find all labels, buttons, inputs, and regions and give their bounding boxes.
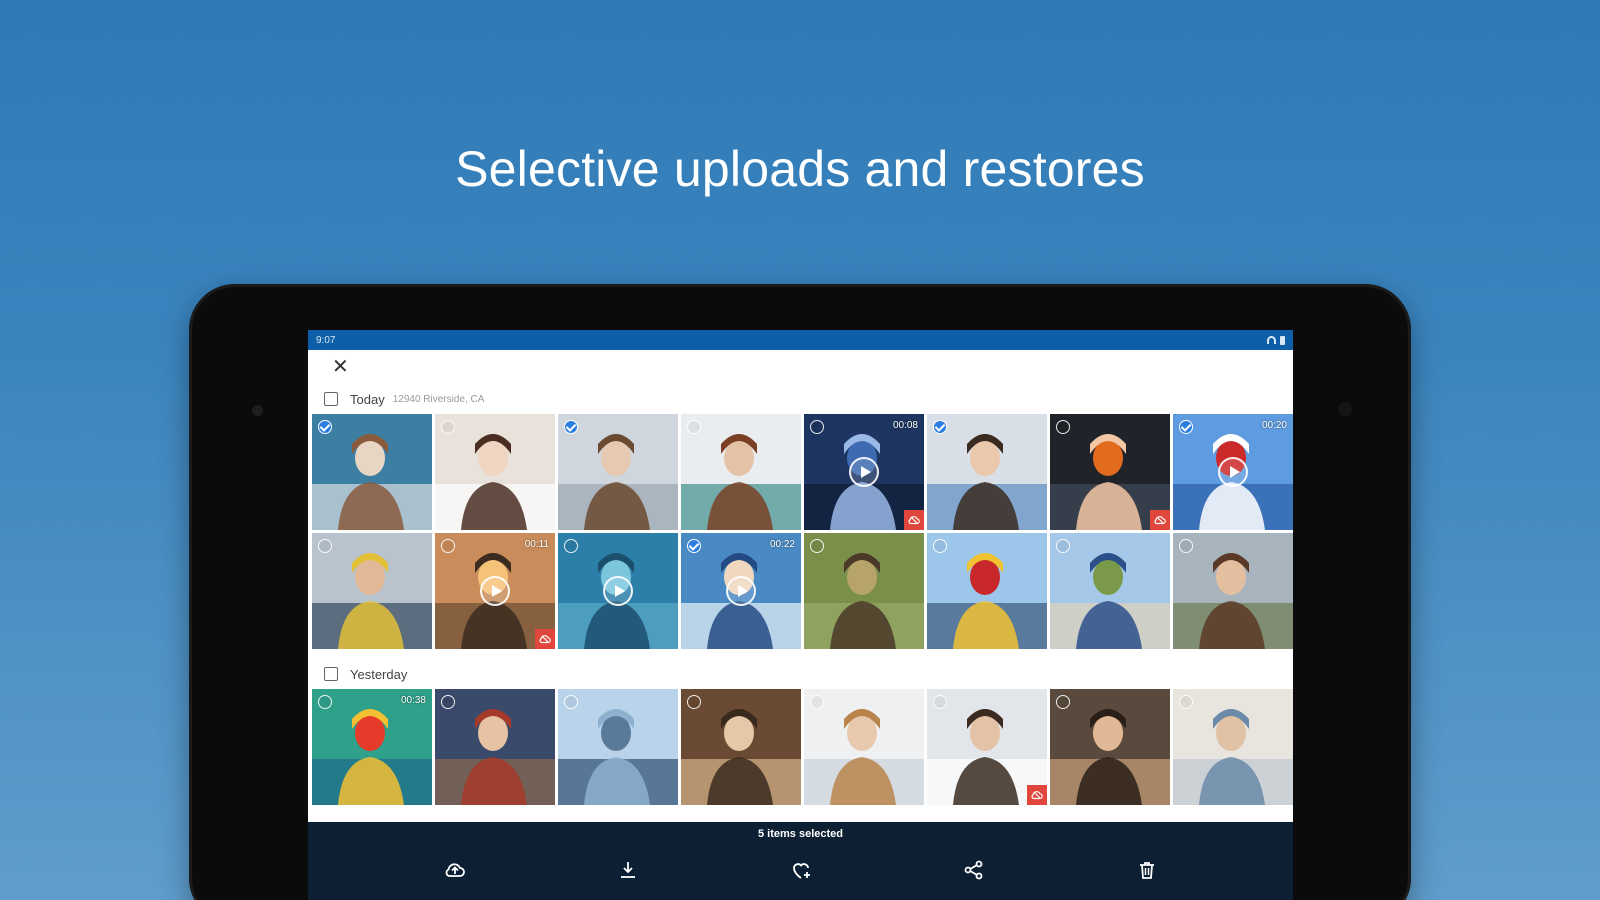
share-button[interactable]	[960, 856, 988, 884]
cloud-upload-icon	[445, 863, 465, 877]
select-circle-icon[interactable]	[810, 695, 824, 709]
cloud-badge	[535, 629, 555, 649]
select-circle-icon[interactable]	[441, 695, 455, 709]
not-backed-up-icon	[908, 516, 920, 525]
photo-thumbnail[interactable]	[681, 689, 801, 805]
photo-thumbnail[interactable]	[804, 689, 924, 805]
photo-thumbnail[interactable]	[927, 533, 1047, 649]
selection-count: 5 items selected	[758, 828, 843, 840]
section-header: Yesterday	[308, 659, 1293, 689]
action-bar: 5 items selected	[308, 822, 1293, 900]
delete-button[interactable]	[1133, 856, 1161, 884]
photo-thumbnail[interactable]	[927, 689, 1047, 805]
photo-grid: 00:08 00:20 00:11 00:22	[308, 414, 1293, 649]
section-title: Yesterday	[350, 666, 408, 682]
photo-thumbnail[interactable]	[435, 414, 555, 530]
select-circle-icon[interactable]	[933, 695, 947, 709]
select-all-checkbox[interactable]	[324, 667, 338, 681]
photo-grid: 00:38	[308, 689, 1293, 805]
select-circle-icon[interactable]	[1179, 695, 1193, 709]
status-time: 9:07	[316, 334, 336, 346]
cloud-badge	[1027, 785, 1047, 805]
photo-thumbnail[interactable]	[1050, 689, 1170, 805]
photo-thumbnail[interactable]	[435, 689, 555, 805]
wifi-icon	[1267, 336, 1276, 344]
not-backed-up-icon	[1031, 791, 1043, 800]
select-circle-icon[interactable]	[564, 539, 578, 553]
play-icon[interactable]	[726, 576, 756, 606]
status-bar: 9:07	[308, 330, 1293, 350]
photo-thumbnail[interactable]	[558, 533, 678, 649]
select-circle-icon[interactable]	[1056, 539, 1070, 553]
play-icon[interactable]	[1218, 457, 1248, 487]
video-duration: 00:08	[892, 420, 918, 431]
section-location: 12940 Riverside, CA	[392, 393, 485, 405]
select-circle-icon[interactable]	[1179, 420, 1193, 434]
photo-thumbnail[interactable]	[1050, 533, 1170, 649]
select-circle-icon[interactable]	[687, 539, 701, 553]
share-icon	[964, 860, 982, 880]
trash-icon	[1139, 862, 1154, 879]
photo-thumbnail[interactable]	[681, 414, 801, 530]
select-circle-icon[interactable]	[1056, 695, 1070, 709]
photo-thumbnail[interactable]: 00:08	[804, 414, 924, 530]
select-circle-icon[interactable]	[318, 420, 332, 434]
select-circle-icon[interactable]	[687, 695, 701, 709]
select-circle-icon[interactable]	[810, 420, 824, 434]
headline: Selective uploads and restores	[455, 141, 1145, 197]
heart-plus-icon	[792, 863, 810, 879]
video-duration: 00:11	[524, 539, 549, 550]
photo-thumbnail[interactable]	[558, 689, 678, 805]
select-circle-icon[interactable]	[318, 695, 332, 709]
section-header: Today 12940 Riverside, CA	[308, 384, 1293, 414]
photo-thumbnail[interactable]	[804, 533, 924, 649]
not-backed-up-icon	[1154, 516, 1166, 525]
play-icon[interactable]	[849, 457, 879, 487]
cloud-badge	[1150, 510, 1170, 530]
photo-sections: Today 12940 Riverside, CA 00:08 00:20 00…	[308, 384, 1293, 805]
tablet-sensor	[252, 405, 263, 416]
battery-icon	[1280, 335, 1285, 345]
select-circle-icon[interactable]	[933, 539, 947, 553]
action-buttons	[308, 856, 1293, 884]
photo-thumbnail[interactable]	[312, 533, 432, 649]
close-icon[interactable]: ✕	[332, 357, 349, 377]
video-duration: 00:20	[1261, 420, 1287, 431]
select-all-checkbox[interactable]	[324, 392, 338, 406]
app-screen: 9:07 ✕ Today 12940 Riverside, CA 00:08 0…	[308, 330, 1293, 900]
video-duration: 00:38	[400, 695, 426, 706]
select-circle-icon[interactable]	[1056, 420, 1070, 434]
selection-toolbar: ✕	[308, 350, 1293, 384]
photo-thumbnail[interactable]: 00:22	[681, 533, 801, 649]
not-backed-up-icon	[539, 635, 551, 644]
video-duration: 00:22	[769, 539, 795, 550]
select-circle-icon[interactable]	[318, 539, 332, 553]
download-icon	[620, 862, 635, 878]
photo-thumbnail[interactable]: 00:11	[435, 533, 555, 649]
select-circle-icon[interactable]	[1179, 539, 1193, 553]
select-circle-icon[interactable]	[933, 420, 947, 434]
favorite-button[interactable]	[787, 856, 815, 884]
tablet-camera	[1338, 402, 1352, 416]
select-circle-icon[interactable]	[564, 420, 578, 434]
photo-thumbnail[interactable]	[1173, 533, 1293, 649]
photo-thumbnail[interactable]: 00:20	[1173, 414, 1293, 530]
section-title: Today	[350, 391, 385, 407]
photo-thumbnail[interactable]	[1050, 414, 1170, 530]
play-icon[interactable]	[480, 576, 510, 606]
select-circle-icon[interactable]	[564, 695, 578, 709]
select-circle-icon[interactable]	[810, 539, 824, 553]
select-circle-icon[interactable]	[687, 420, 701, 434]
photo-thumbnail[interactable]	[558, 414, 678, 530]
play-icon[interactable]	[603, 576, 633, 606]
upload-button[interactable]	[441, 856, 469, 884]
photo-thumbnail[interactable]: 00:38	[312, 689, 432, 805]
photo-thumbnail[interactable]	[1173, 689, 1293, 805]
select-circle-icon[interactable]	[441, 539, 455, 553]
photo-thumbnail[interactable]	[312, 414, 432, 530]
download-button[interactable]	[614, 856, 642, 884]
select-circle-icon[interactable]	[441, 420, 455, 434]
cloud-badge	[904, 510, 924, 530]
photo-thumbnail[interactable]	[927, 414, 1047, 530]
